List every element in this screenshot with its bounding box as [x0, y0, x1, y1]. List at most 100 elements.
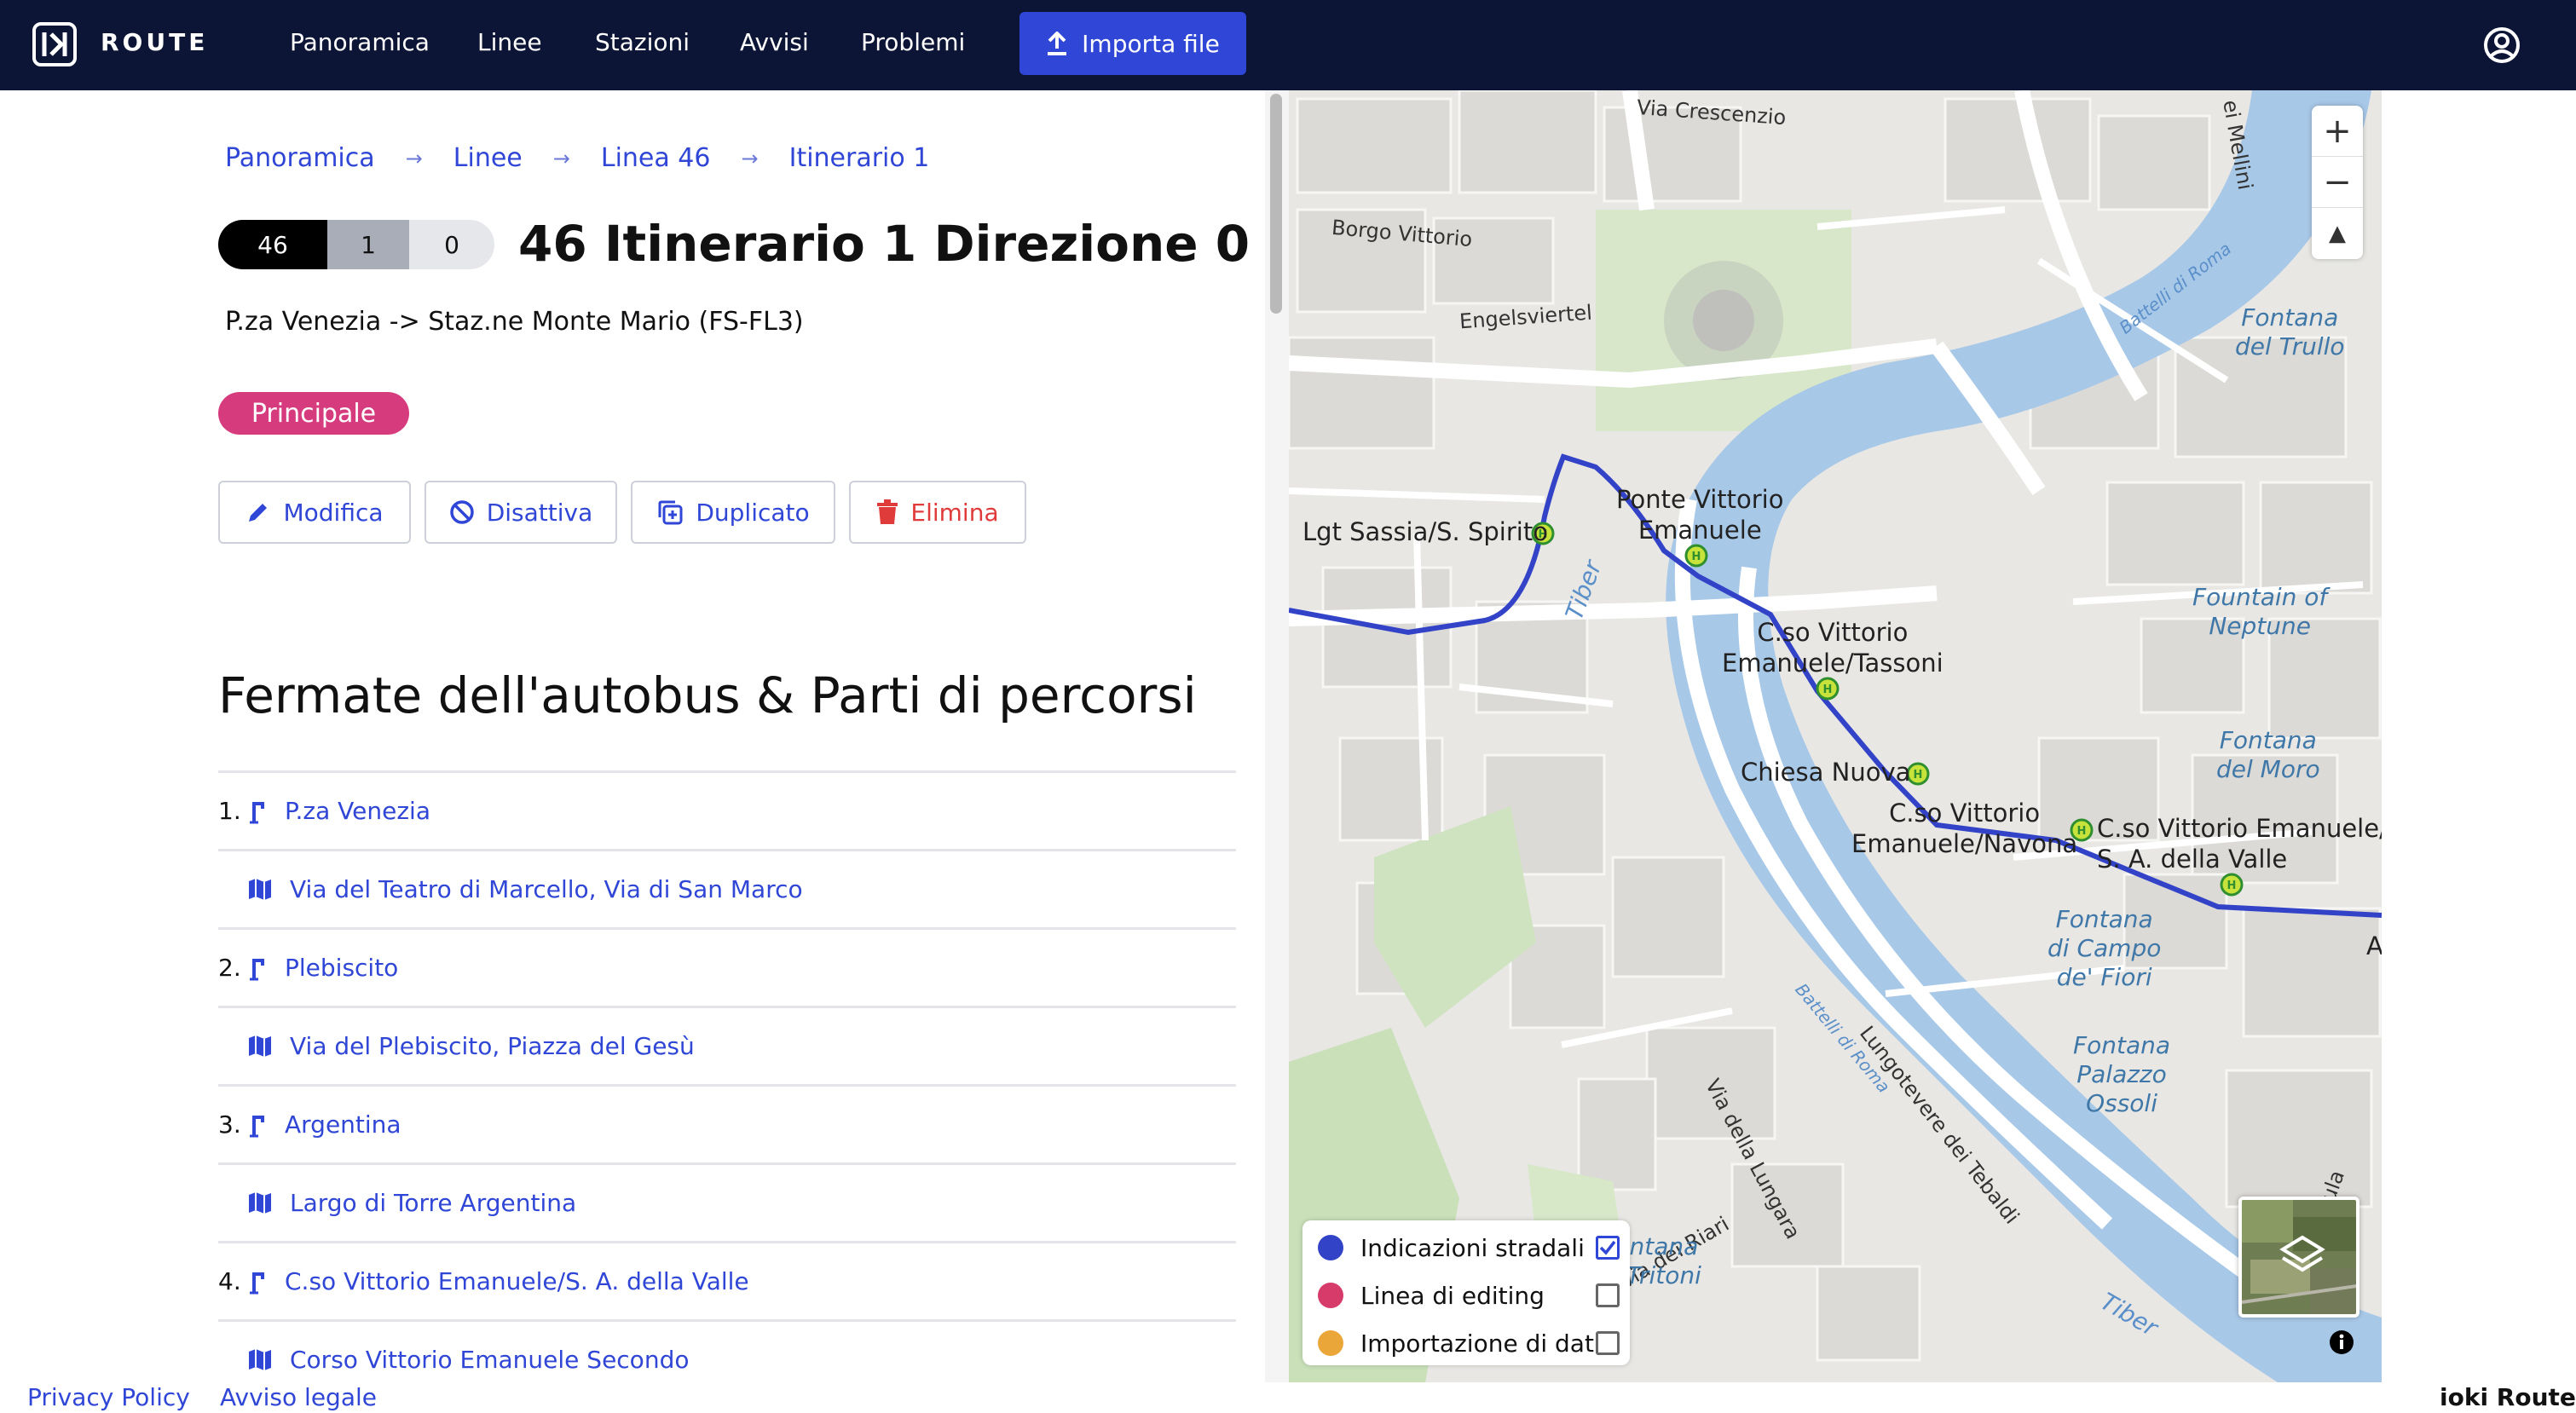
legal-notice-link[interactable]: Avviso legale — [220, 1383, 377, 1411]
segment-row: Via del Plebiscito, Piazza del Gesù — [218, 1006, 1236, 1084]
bus-stop-icon — [250, 802, 264, 824]
map-layer-legend: Indicazioni stradali Linea di editing Im… — [1302, 1220, 1630, 1365]
legend-label: Indicazioni stradali — [1360, 1233, 1585, 1262]
route-map[interactable]: HHH HHH Via Crescenzio Borgo Vittorio En… — [1289, 90, 2382, 1382]
legend-label: Importazione di dati — [1360, 1329, 1601, 1358]
import-file-label: Importa file — [1082, 29, 1220, 58]
zoom-in-button[interactable]: + — [2312, 106, 2363, 157]
trash-icon — [877, 499, 898, 524]
segment-row: Largo di Torre Argentina — [218, 1162, 1236, 1241]
segment-link[interactable]: Via del Plebiscito, Piazza del Gesù — [290, 1032, 695, 1060]
segment-row: Via del Teatro di Marcello, Via di San M… — [218, 849, 1236, 927]
stops-section-title: Fermate dell'autobus & Parti di percorsi — [218, 666, 1197, 724]
arrow-right-icon: → — [405, 146, 423, 170]
checkmark-icon — [1599, 1240, 1616, 1255]
deactivate-button[interactable]: Disattiva — [425, 481, 617, 544]
stop-link[interactable]: Plebiscito — [285, 954, 398, 982]
stops-list: 1. P.za Venezia Via del Teatro di Marcel… — [218, 770, 1236, 1382]
breadcrumb-panoramica[interactable]: Panoramica — [225, 143, 375, 173]
svg-text:H: H — [1692, 551, 1701, 563]
breadcrumb-itinerario[interactable]: Itinerario 1 — [789, 143, 930, 173]
svg-text:H: H — [2227, 880, 2237, 892]
map-stop-label: A — [2366, 931, 2382, 960]
privacy-policy-link[interactable]: Privacy Policy — [27, 1383, 190, 1411]
route-subtitle: P.za Venezia -> Staz.ne Monte Mario (FS-… — [225, 307, 804, 337]
stop-number: 2. — [218, 954, 241, 982]
logo-text: ROUTE — [101, 28, 209, 56]
bus-stop-icon — [250, 1116, 264, 1138]
panel-scrollbar-thumb[interactable] — [1270, 94, 1282, 314]
breadcrumb-linee[interactable]: Linee — [453, 143, 523, 173]
info-icon[interactable] — [2329, 1329, 2354, 1355]
pencil-icon — [249, 504, 268, 522]
stop-link[interactable]: C.so Vittorio Emanuele/S. A. della Valle — [285, 1267, 749, 1295]
stop-row: 2. Plebiscito — [218, 927, 1236, 1006]
deactivate-label: Disattiva — [486, 498, 593, 527]
edit-label: Modifica — [283, 498, 384, 527]
arrow-right-icon: → — [552, 146, 570, 170]
map-stop-label: C.so Vittorio Emanuele/Tassoni — [1722, 618, 1944, 678]
duplicate-button[interactable]: Duplicato — [631, 481, 835, 544]
duplicate-icon — [658, 500, 683, 525]
route-detail-panel: Panoramica → Linee → Linea 46 → Itinerar… — [0, 90, 1265, 1382]
segment-link[interactable]: Corso Vittorio Emanuele Secondo — [290, 1346, 689, 1374]
map-segment-icon — [249, 1192, 271, 1214]
stop-link[interactable]: P.za Venezia — [285, 797, 430, 825]
top-navigation-bar: ROUTE Panoramica Linee Stazioni Avvisi P… — [0, 0, 2576, 90]
direction-number-pill: 0 — [409, 220, 494, 269]
map-stop-label: C.so Vittorio Emanuele/ S. A. della Vall… — [2097, 814, 2382, 874]
map-zoom-controls: + − ▲ — [2312, 106, 2363, 259]
stop-row: 3. Argentina — [218, 1084, 1236, 1162]
map-segment-icon — [249, 1035, 271, 1057]
map-stop-label: Ponte Vittorio Emanuele — [1616, 485, 1784, 545]
edit-button[interactable]: Modifica — [218, 481, 411, 544]
user-account-icon[interactable] — [2482, 26, 2521, 65]
poi-label: Fontana di Campo de' Fiori — [2048, 905, 2162, 991]
page-title: 46 Itinerario 1 Direzione 0 — [518, 215, 1250, 273]
zoom-out-button[interactable]: − — [2312, 157, 2363, 208]
satellite-layer-toggle[interactable] — [2238, 1197, 2359, 1318]
stop-number: 3. — [218, 1110, 241, 1139]
stop-row: 1. P.za Venezia — [218, 770, 1236, 849]
nav-problemi[interactable]: Problemi — [861, 28, 965, 56]
line-number-pill: 46 — [218, 220, 327, 269]
legend-color-dot — [1318, 1330, 1343, 1356]
route-identifier-pills: 46 1 0 — [218, 220, 494, 269]
compass-reset-button[interactable]: ▲ — [2312, 208, 2363, 259]
block-icon — [449, 500, 474, 524]
import-file-button[interactable]: Importa file — [1019, 12, 1246, 75]
nav-stazioni[interactable]: Stazioni — [595, 28, 690, 56]
poi-label: ntana Tritoni — [1626, 1232, 1701, 1289]
stop-row: 4. C.so Vittorio Emanuele/S. A. della Va… — [218, 1241, 1236, 1319]
svg-text:H: H — [2077, 825, 2087, 838]
breadcrumb-linea[interactable]: Linea 46 — [601, 143, 711, 173]
legend-row: Indicazioni stradali — [1318, 1231, 1620, 1265]
footer-brand: ioki Route — [2440, 1383, 2576, 1411]
map-segment-icon — [249, 1349, 271, 1370]
legend-checkbox[interactable] — [1596, 1283, 1620, 1307]
delete-label: Elimina — [910, 498, 999, 527]
svg-text:H: H — [1823, 683, 1833, 696]
svg-text:H: H — [1914, 769, 1923, 781]
upload-icon — [1048, 32, 1067, 55]
legend-checkbox[interactable] — [1596, 1331, 1620, 1355]
route-logo-icon[interactable] — [32, 22, 77, 66]
segment-link[interactable]: Largo di Torre Argentina — [290, 1189, 576, 1217]
nav-panoramica[interactable]: Panoramica — [290, 28, 430, 56]
poi-label: Fountain of Neptune — [2192, 583, 2328, 640]
itinerary-number-pill: 1 — [327, 220, 409, 269]
map-stop-label: Lgt Sassia/S. Spirito — [1302, 517, 1548, 546]
legend-color-dot — [1318, 1235, 1343, 1260]
delete-button[interactable]: Elimina — [849, 481, 1026, 544]
legend-checkbox[interactable] — [1596, 1236, 1620, 1260]
nav-linee[interactable]: Linee — [477, 28, 542, 56]
bus-stop-icon — [250, 959, 264, 981]
nav-avvisi[interactable]: Avvisi — [740, 28, 809, 56]
segment-row: Corso Vittorio Emanuele Secondo — [218, 1319, 1236, 1382]
map-segment-icon — [249, 879, 271, 900]
poi-label: Fontana del Moro — [2216, 726, 2320, 783]
segment-link[interactable]: Via del Teatro di Marcello, Via di San M… — [290, 875, 803, 903]
legend-label: Linea di editing — [1360, 1281, 1545, 1310]
poi-label: Fontana del Trullo — [2235, 303, 2345, 360]
stop-link[interactable]: Argentina — [285, 1110, 401, 1139]
